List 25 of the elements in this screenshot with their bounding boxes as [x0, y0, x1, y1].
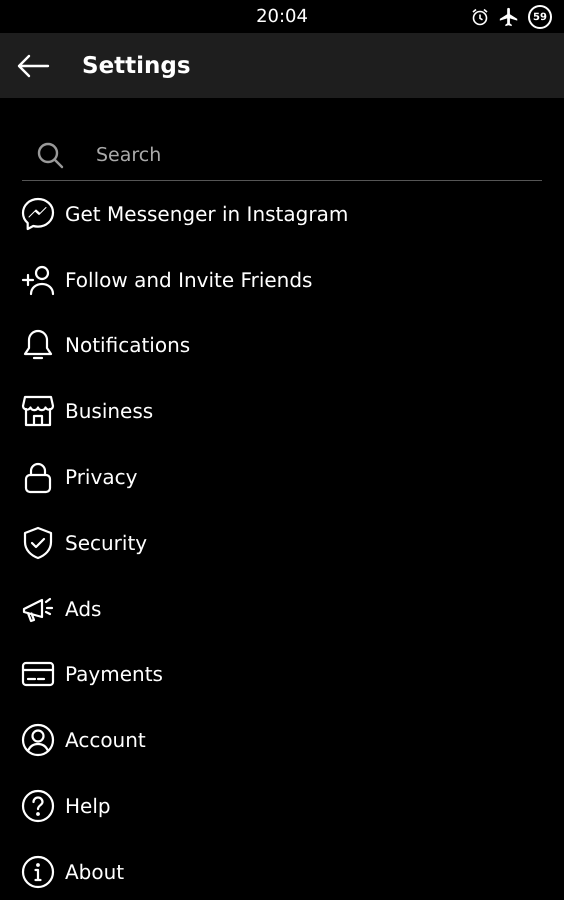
- settings-item[interactable]: Security: [0, 510, 564, 576]
- back-arrow-icon[interactable]: [16, 54, 50, 78]
- info-icon: [21, 854, 55, 889]
- storefront-icon: [21, 394, 55, 428]
- help-icon: [21, 789, 55, 824]
- search-icon: [36, 141, 64, 169]
- settings-item[interactable]: Follow and Invite Friends: [0, 246, 564, 313]
- settings-item[interactable]: Get Messenger in Instagram: [0, 181, 564, 247]
- settings-item[interactable]: Notifications: [0, 312, 564, 378]
- search-field[interactable]: Search: [94, 143, 542, 167]
- alarm-clock-icon: [470, 7, 490, 27]
- settings-item[interactable]: About: [0, 838, 564, 900]
- settings-item[interactable]: Privacy: [0, 444, 564, 510]
- settings-item[interactable]: Payments: [0, 642, 564, 708]
- battery-percent: 59: [533, 12, 547, 22]
- shield-check-icon: [21, 526, 55, 560]
- settings-item[interactable]: Business: [0, 378, 564, 444]
- chat-bubble-icon: [21, 196, 55, 231]
- settings-item[interactable]: Account: [0, 707, 564, 774]
- person-circle-icon: [21, 723, 55, 758]
- status-time: 20:04: [256, 6, 308, 27]
- settings-item[interactable]: Ads: [0, 576, 564, 642]
- airplane-icon: [498, 6, 520, 28]
- settings-item[interactable]: Help: [0, 773, 564, 839]
- page-title: Settings: [82, 52, 191, 78]
